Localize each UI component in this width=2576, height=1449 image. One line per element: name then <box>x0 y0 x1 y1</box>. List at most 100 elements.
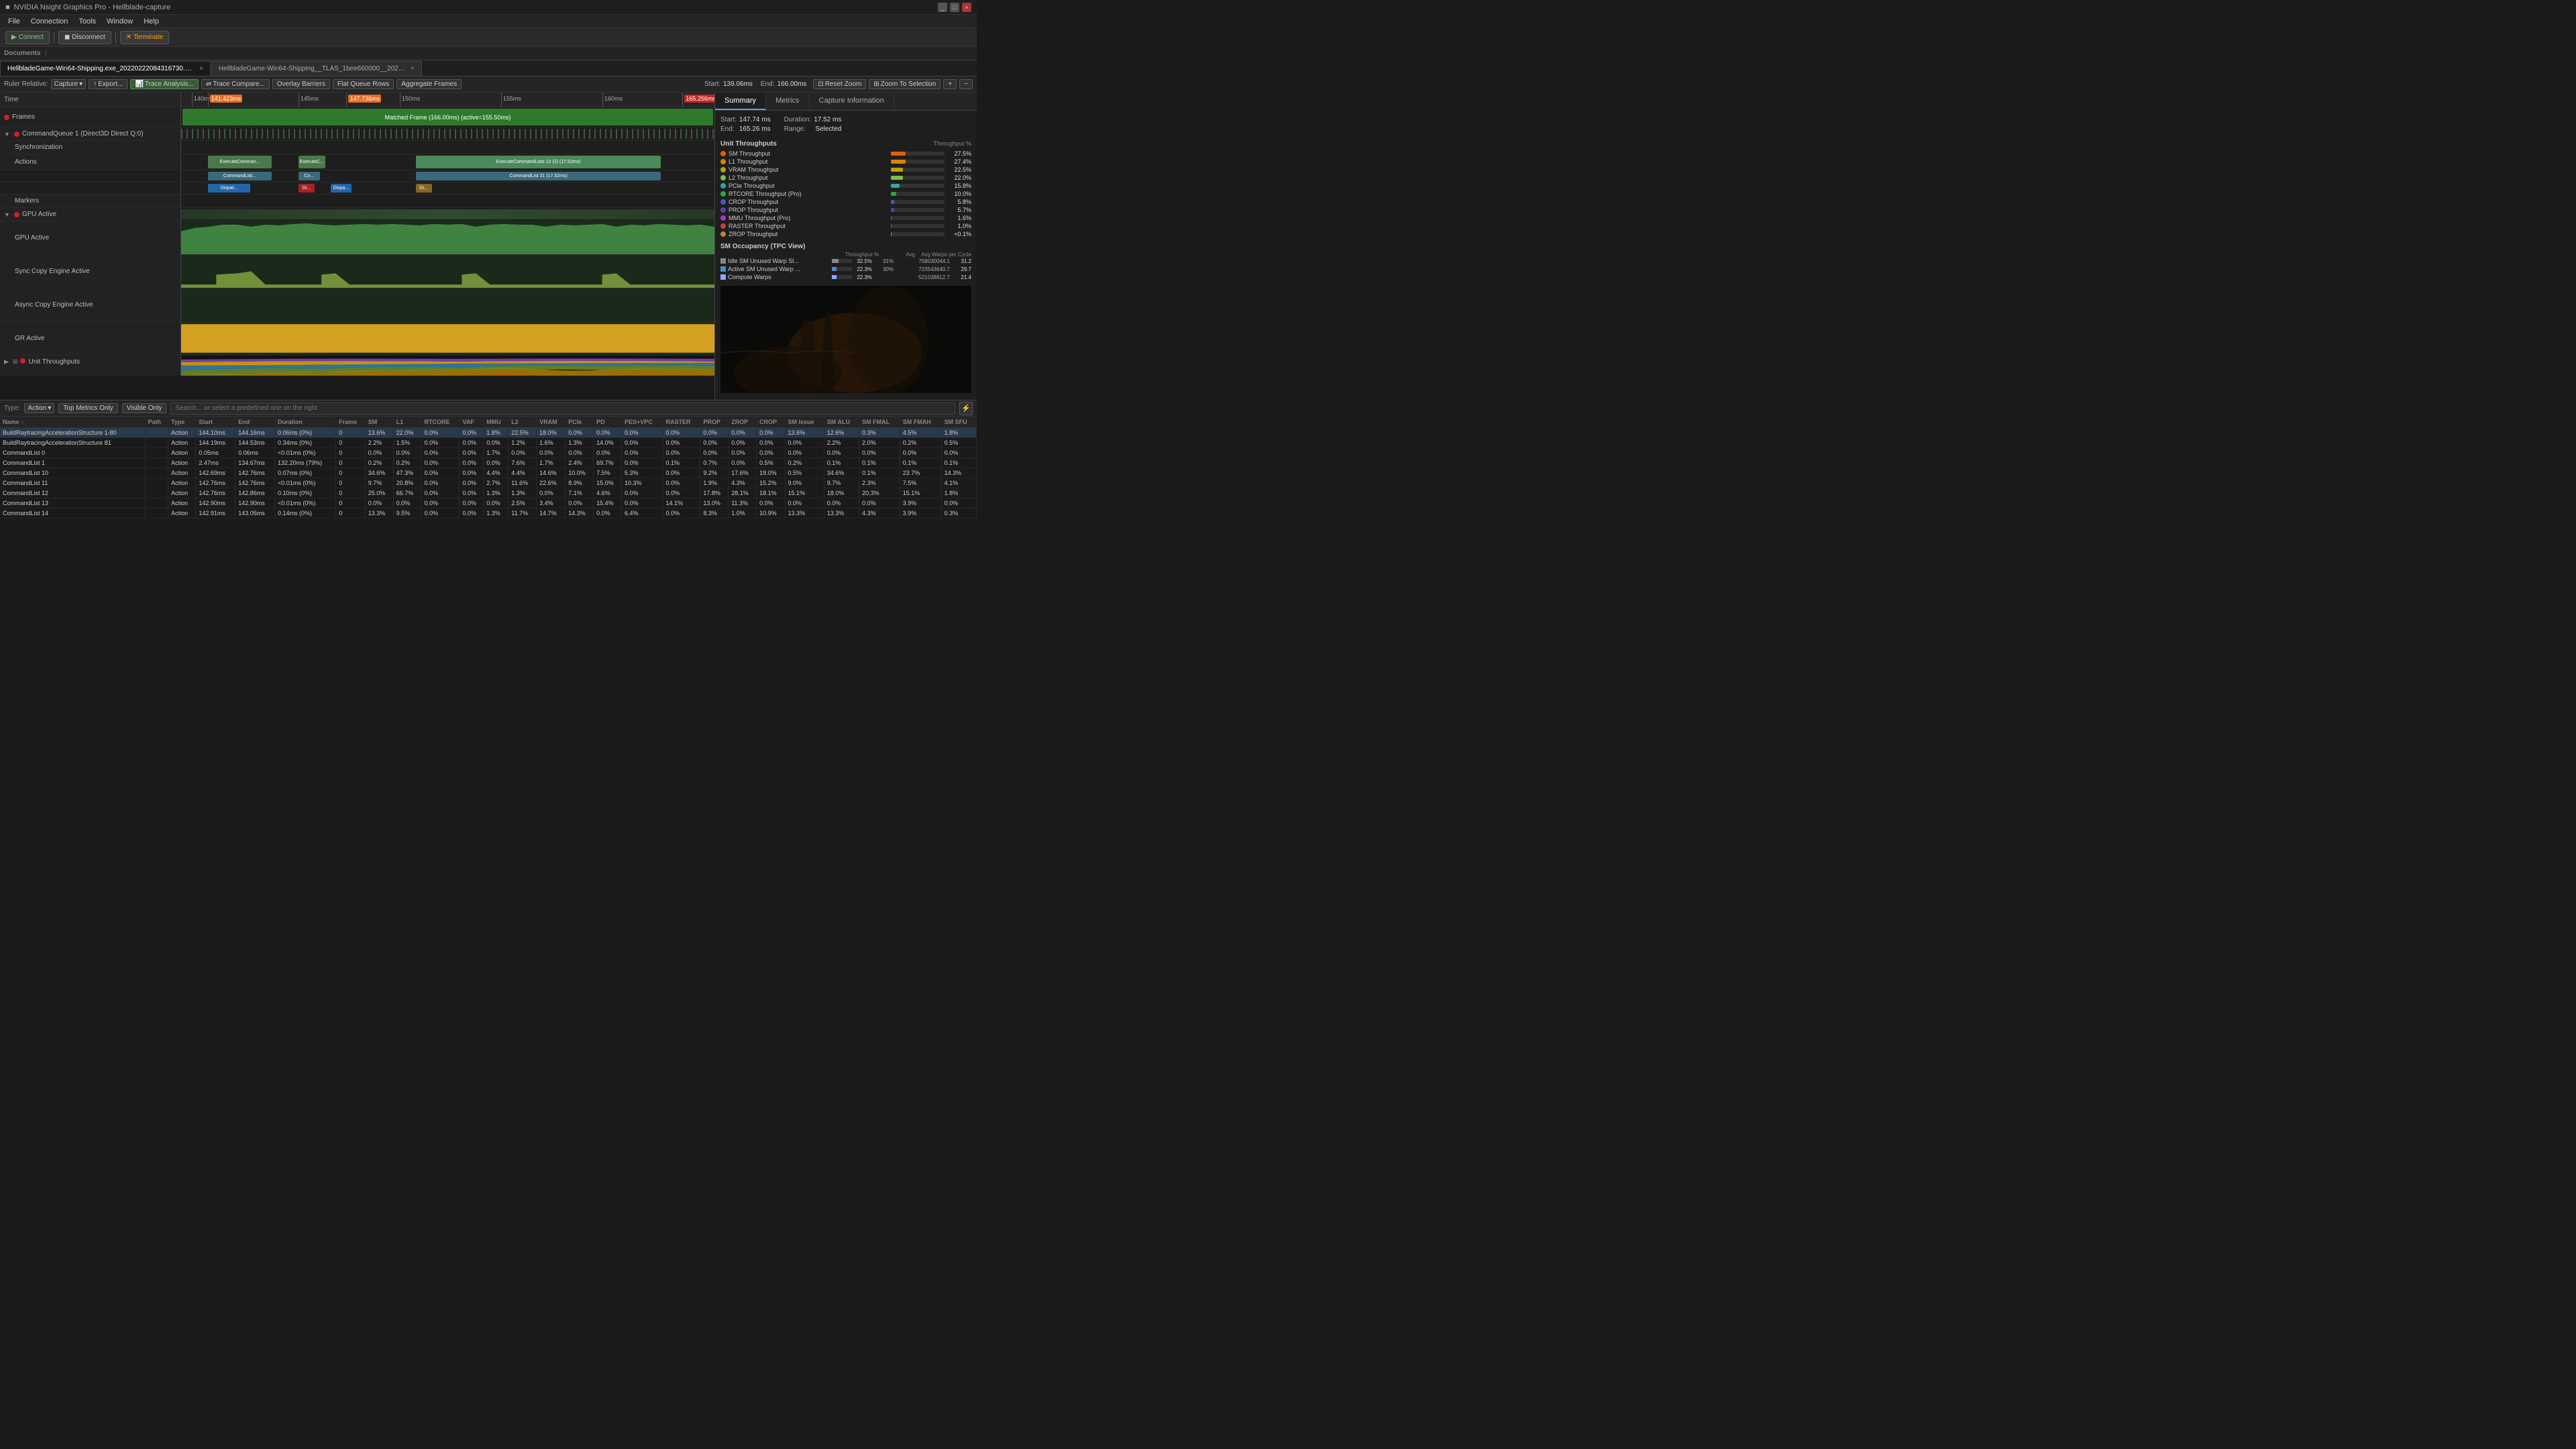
markers-label[interactable]: Markers <box>0 195 181 207</box>
col-crop[interactable]: CROP <box>757 417 785 428</box>
col-rtcore[interactable]: RTCORE <box>421 417 460 428</box>
cmdqueue-label[interactable]: ▼ CommandQueue 1 (Direct3D Direct Q:0) <box>0 127 181 140</box>
trace-analysis-button[interactable]: 📊 Trace Analysis... <box>130 79 198 89</box>
execute-bar-2[interactable]: ExecuteC... <box>299 156 325 168</box>
col-mmu[interactable]: MMU <box>484 417 508 428</box>
execute-bar-1[interactable]: ExecuteComman... <box>208 156 272 168</box>
connect-button[interactable]: ▶ Connect <box>5 31 50 44</box>
col-pd[interactable]: PD <box>594 417 622 428</box>
reset-zoom-button[interactable]: ⊡ Reset Zoom <box>813 79 866 89</box>
gpu-active-group-label[interactable]: ▼ GPU Active <box>0 208 181 221</box>
sync-row: Synchronization <box>0 141 714 154</box>
table-row[interactable]: BuildRaytracingAccelerationStructure 81A… <box>0 438 977 448</box>
tab-metrics[interactable]: Metrics <box>766 93 809 110</box>
col-sm-issue[interactable]: SM Issue <box>785 417 824 428</box>
table-row[interactable]: CommandList 12Action142.76ms142.86ms0.10… <box>0 488 977 498</box>
tracks-container[interactable]: Frames Matched Frame (166.00ms) (active=… <box>0 107 714 376</box>
visible-only-btn[interactable]: Visible Only <box>122 403 167 413</box>
tab-capture-close[interactable]: × <box>199 65 203 72</box>
gpu-active-expand[interactable]: ▼ <box>4 211 10 218</box>
table-row[interactable]: CommandList 11Action142.76ms142.76ms<0.0… <box>0 478 977 488</box>
col-sm-fmah[interactable]: SM FMAH <box>900 417 941 428</box>
unit-throughputs-label[interactable]: ▶ ⊞ Unit Throughputs <box>0 356 181 376</box>
col-raster[interactable]: RASTER <box>663 417 700 428</box>
menu-window[interactable]: Window <box>101 16 138 27</box>
frames-label[interactable]: Frames <box>0 107 181 127</box>
tab-bvh-close[interactable]: × <box>411 65 415 72</box>
trace-compare-button[interactable]: ⇌ Trace Compare... <box>201 79 270 89</box>
async-copy-label[interactable]: Async Copy Engine Active <box>0 288 181 321</box>
table-row[interactable]: CommandList 0Action0.05ms0.06ms<0.01ms (… <box>0 448 977 458</box>
col-l1[interactable]: L1 <box>393 417 421 428</box>
col-vram[interactable]: VRAM <box>537 417 566 428</box>
col-zrop[interactable]: ZROP <box>729 417 757 428</box>
terminate-button[interactable]: ✕ Terminate <box>120 31 169 44</box>
minimize-button[interactable]: _ <box>938 3 947 12</box>
table-row[interactable]: CommandList 1Action2.47ms134.67ms132.20m… <box>0 458 977 468</box>
col-pcie[interactable]: PCIe <box>566 417 594 428</box>
execute-bar-3[interactable]: ExecuteCommandLists 12 (2) (17.52ms) <box>416 156 661 168</box>
zoom-selection-button[interactable]: ⊞ Zoom To Selection <box>869 79 941 89</box>
disconnect-button[interactable]: ◼ Disconnect <box>58 31 111 44</box>
export-button[interactable]: ↑ Export... <box>89 79 127 89</box>
tab-capture-info[interactable]: Capture Information <box>810 93 894 110</box>
tab-summary[interactable]: Summary <box>715 93 766 110</box>
col-duration[interactable]: Duration <box>275 417 336 428</box>
cmdlist-bar-1[interactable]: CommandList... <box>208 172 272 180</box>
actions-label[interactable]: Actions <box>0 154 181 170</box>
col-path[interactable]: Path <box>145 417 168 428</box>
col-vaf[interactable]: VAF <box>460 417 484 428</box>
main-toolbar: ▶ Connect ◼ Disconnect ✕ Terminate <box>0 28 977 47</box>
col-sm-fmal[interactable]: SM FMAL <box>859 417 900 428</box>
menu-file[interactable]: File <box>3 16 25 27</box>
table-row[interactable]: BuildRaytracingAccelerationStructure 1-8… <box>0 428 977 438</box>
col-sm-alu[interactable]: SM ALU <box>824 417 859 428</box>
unit-throughputs-icon: ⊞ <box>13 358 18 366</box>
menu-help[interactable]: Help <box>138 16 164 27</box>
col-end[interactable]: End <box>235 417 275 428</box>
dispatch-bar-1[interactable]: Dispat... <box>208 184 251 193</box>
col-sm-sfu[interactable]: SM SFU <box>941 417 976 428</box>
menu-connection[interactable]: Connection <box>25 16 74 27</box>
cmdlist-bar-3[interactable]: CommandList 31 (17.52ms) <box>416 172 661 180</box>
table-row[interactable]: CommandList 14Action142.91ms143.05ms0.14… <box>0 508 977 519</box>
col-pes-vpc[interactable]: PES+VPC <box>621 417 663 428</box>
data-table-container[interactable]: Name ↑ Path Type Start End Duration Fram… <box>0 417 977 519</box>
gr-active-label[interactable]: GR Active <box>0 322 181 355</box>
aggregate-frames-button[interactable]: Aggregate Frames <box>396 79 462 89</box>
dispatch-bar-3[interactable]: Dispa... <box>331 184 352 193</box>
col-sm[interactable]: SM <box>365 417 393 428</box>
ruler-capture-dropdown[interactable]: Capture ▾ <box>51 79 87 89</box>
type-dropdown[interactable]: Action ▾ <box>24 403 54 413</box>
dispatch-bar-2[interactable]: Di... <box>299 184 315 193</box>
unit-throughputs-expand[interactable]: ▶ <box>4 358 9 366</box>
flat-queue-rows-button[interactable]: Flat Queue Rows <box>333 79 394 89</box>
col-name[interactable]: Name ↑ <box>0 417 145 428</box>
gpu-active-chart-label[interactable]: GPU Active <box>0 221 181 254</box>
maximize-button[interactable]: □ <box>950 3 959 12</box>
tab-capture[interactable]: HellbladeGame-Win64-Shipping.exe_2022022… <box>0 61 211 76</box>
sync-copy-label[interactable]: Sync Copy Engine Active <box>0 255 181 288</box>
table-row[interactable]: CommandList 13Action142.90ms142.90ms<0.0… <box>0 498 977 508</box>
overlay-barriers-button[interactable]: Overlay Barriers <box>272 79 330 89</box>
cmdlist-bar-2[interactable]: Co... <box>299 172 320 180</box>
col-l2[interactable]: L2 <box>508 417 537 428</box>
table-row[interactable]: CommandList 10Action142.69ms142.76ms0.07… <box>0 468 977 478</box>
menu-tools[interactable]: Tools <box>73 16 101 27</box>
filter-icon[interactable]: ⚡ <box>959 402 973 415</box>
cmdqueue-expand[interactable]: ▼ <box>4 131 10 138</box>
search-input[interactable] <box>170 402 955 415</box>
col-start[interactable]: Start <box>196 417 235 428</box>
title-bar-controls[interactable]: _ □ × <box>938 3 971 12</box>
table-cell: 19.0% <box>757 468 785 478</box>
col-frame[interactable]: Frame <box>336 417 366 428</box>
col-type[interactable]: Type <box>168 417 196 428</box>
sync-label[interactable]: Synchronization <box>0 141 181 154</box>
col-prop[interactable]: PROP <box>700 417 729 428</box>
dispatch-bar-4[interactable]: Dr... <box>416 184 432 193</box>
close-button[interactable]: × <box>962 3 971 12</box>
top-metrics-btn[interactable]: Top Metrics Only <box>58 403 117 413</box>
tab-bvh[interactable]: HellbladeGame-Win64-Shipping__TLAS_1bee6… <box>211 61 422 76</box>
zoom-in-button[interactable]: + <box>943 79 957 89</box>
zoom-out-button[interactable]: − <box>959 79 973 89</box>
